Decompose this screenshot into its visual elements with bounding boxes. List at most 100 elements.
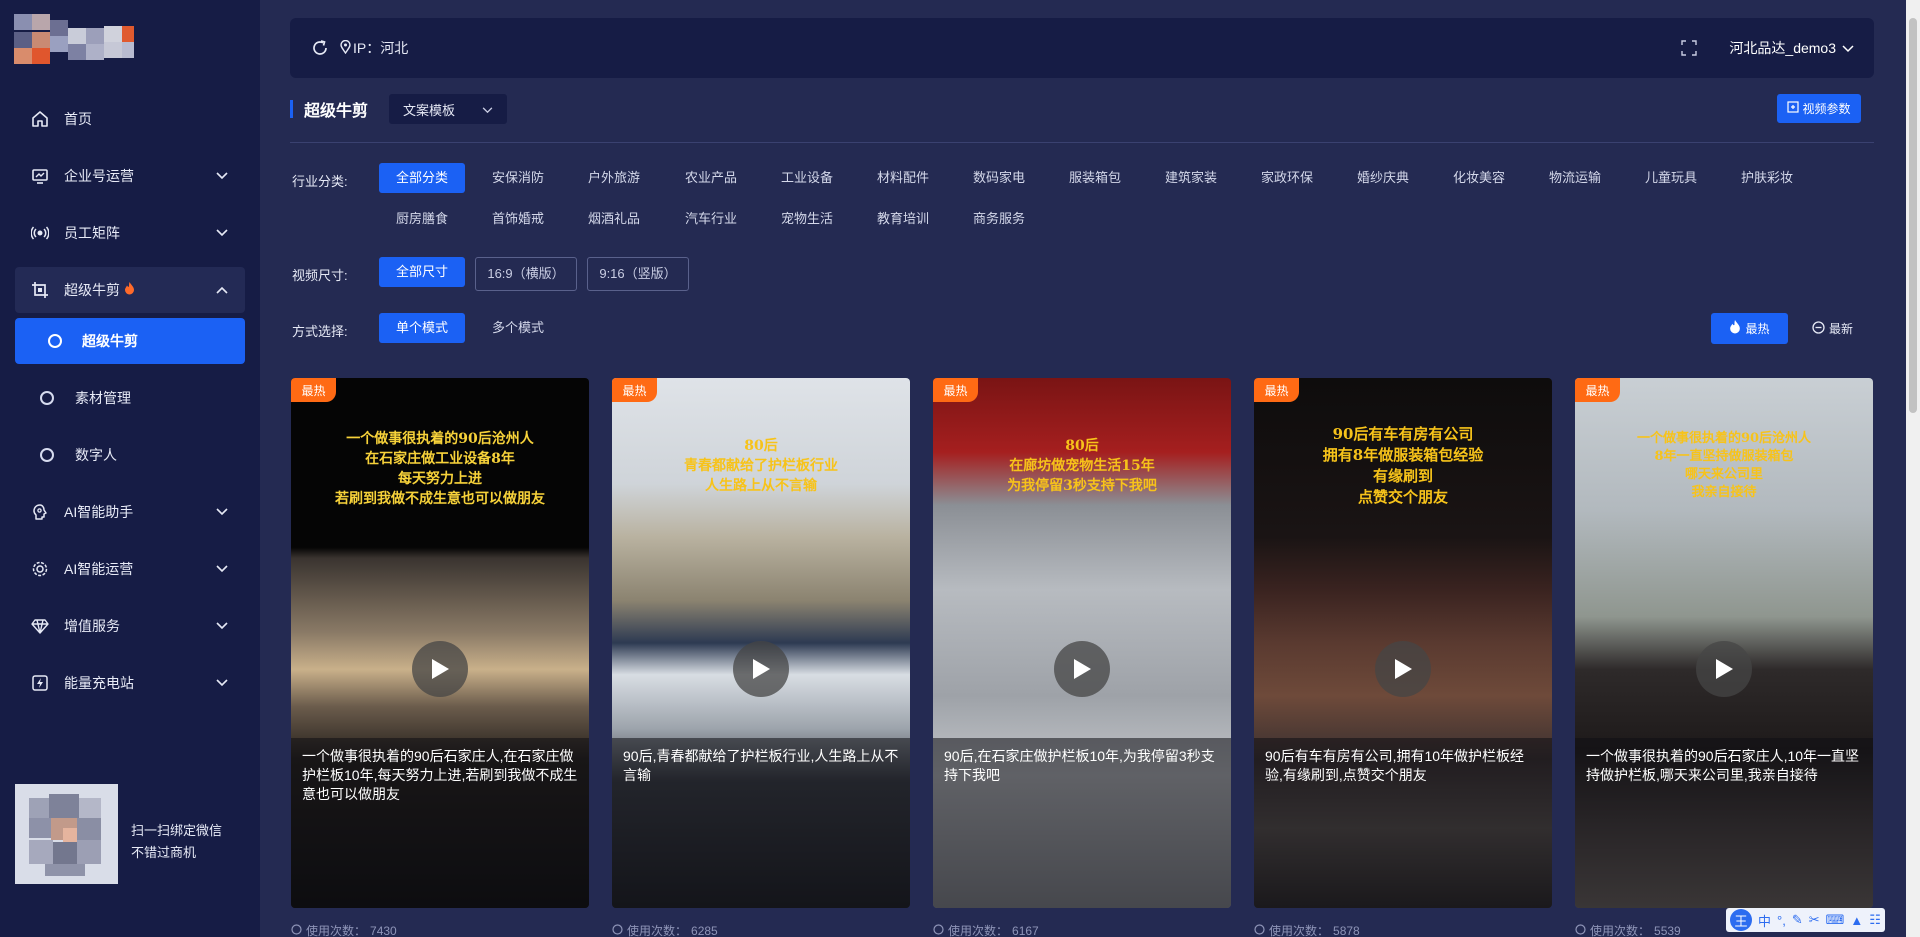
industry-chip[interactable]: 家政环保 <box>1244 163 1330 193</box>
play-icon[interactable] <box>1375 641 1431 697</box>
play-icon[interactable] <box>1054 641 1110 697</box>
chevron-up-icon <box>215 283 229 297</box>
usage-count: 使用次数： 6285 <box>612 922 718 937</box>
industry-chip[interactable]: 首饰婚戒 <box>475 204 561 234</box>
template-select-value: 文案模板 <box>403 102 456 118</box>
sidebar-nav: 首页 企业号运营 员工矩阵 超级牛剪 超级牛剪 素材管理 数字人 AI智能助手 … <box>15 90 245 711</box>
sidebar-item-super-cut[interactable]: 超级牛剪 <box>15 267 245 313</box>
ime-voice-icon[interactable]: ✂ <box>1809 912 1820 928</box>
ime-keyboard-icon[interactable]: ⌨ <box>1826 912 1845 928</box>
industry-chip[interactable]: 护肤彩妆 <box>1724 163 1810 193</box>
sidebar-subitem-super-cut[interactable]: 超级牛剪 <box>15 318 245 364</box>
industry-chip[interactable]: 服装箱包 <box>1052 163 1138 193</box>
header-divider <box>290 142 1874 143</box>
refresh-small-icon <box>291 923 302 937</box>
sidebar-item-label: 超级牛剪 <box>82 333 138 349</box>
industry-chip[interactable]: 厨房膳食 <box>379 204 465 234</box>
ring-icon <box>40 390 54 405</box>
video-description: 90后有车有房有公司,拥有10年做护栏板经验,有缘刷到,点赞交个朋友 <box>1254 738 1552 908</box>
sidebar-item-ai-assistant[interactable]: AI智能助手 <box>15 483 245 540</box>
wechat-qr-code <box>15 784 118 884</box>
sidebar-item-value-added[interactable]: 增值服务 <box>15 597 245 654</box>
industry-chip[interactable]: 安保消防 <box>475 163 561 193</box>
sort-new-button[interactable]: 最新 <box>1812 313 1853 344</box>
ime-toolbar[interactable]: 王 中 °, ✎ ✂ ⌨ ▲ ☷ <box>1726 908 1885 932</box>
sidebar-subitem-materials[interactable]: 素材管理 <box>15 369 245 426</box>
ime-lang[interactable]: 中 <box>1758 911 1771 930</box>
size-chip-landscape[interactable]: 16:9（横版） <box>475 257 577 291</box>
industry-chip[interactable]: 教育培训 <box>860 204 946 234</box>
scrollbar-thumb[interactable] <box>1909 18 1917 413</box>
sidebar-item-enterprise-ops[interactable]: 企业号运营 <box>15 147 245 204</box>
sidebar-subitem-digital-human[interactable]: 数字人 <box>15 426 245 483</box>
ime-logo[interactable]: 王 <box>1730 909 1752 931</box>
industry-chip[interactable]: 烟酒礼品 <box>571 204 657 234</box>
play-icon[interactable] <box>733 641 789 697</box>
sort-new-label: 最新 <box>1829 322 1854 336</box>
video-card[interactable]: 最热 一个做事很执着的90后沧州人 8年一直坚持做服装箱包 哪天来公司里 我亲自… <box>1575 378 1873 908</box>
qr-hint-line2: 不错过商机 <box>131 845 197 860</box>
ime-menu-icon[interactable]: ☷ <box>1869 912 1881 928</box>
size-chip-all[interactable]: 全部尺寸 <box>379 257 465 287</box>
page-title: 超级牛剪 <box>290 97 368 121</box>
flame-icon <box>124 282 135 298</box>
size-chip-portrait[interactable]: 9:16（竖版） <box>587 257 689 291</box>
industry-chip[interactable]: 汽车行业 <box>668 204 754 234</box>
sidebar-item-label: 数字人 <box>75 446 117 463</box>
video-params-button[interactable]: 视频参数 <box>1777 94 1861 123</box>
industry-chip[interactable]: 户外旅游 <box>571 163 657 193</box>
industry-chip[interactable]: 农业产品 <box>668 163 754 193</box>
play-icon[interactable] <box>412 641 468 697</box>
brand-logo[interactable] <box>14 14 144 66</box>
video-card[interactable]: 最热 80后 青春都献给了护栏板行业 人生路上从不言输 90后,青春都献给了护栏… <box>612 378 910 908</box>
user-menu[interactable]: 河北品达_demo3 <box>1729 38 1854 58</box>
sidebar-item-ai-ops[interactable]: AI智能运营 <box>15 540 245 597</box>
industry-chip[interactable]: 宠物生活 <box>764 204 850 234</box>
industry-chip[interactable]: 商务服务 <box>956 204 1042 234</box>
diamond-icon <box>30 616 50 636</box>
industry-chip[interactable]: 儿童玩具 <box>1628 163 1714 193</box>
fullscreen-icon[interactable] <box>1681 40 1698 56</box>
industry-chip[interactable]: 婚纱庆典 <box>1340 163 1426 193</box>
video-card[interactable]: 最热 80后 在廊坊做宠物生活15年 为我停留3秒支持下我吧 90后,在石家庄做… <box>933 378 1231 908</box>
mode-chip-multi[interactable]: 多个模式 <box>475 313 561 343</box>
ime-punct-icon[interactable]: °, <box>1777 913 1786 928</box>
industry-chip[interactable]: 数码家电 <box>956 163 1042 193</box>
refresh-small-icon <box>933 923 944 937</box>
ime-skin-icon[interactable]: ▲ <box>1850 913 1863 928</box>
mode-chip-single[interactable]: 单个模式 <box>379 313 465 343</box>
refresh-small-icon <box>1254 923 1265 937</box>
ai-gear-icon <box>30 559 50 579</box>
hot-badge: 最热 <box>933 378 978 402</box>
sort-hot-label: 最热 <box>1745 322 1770 336</box>
industry-chip[interactable]: 建筑家装 <box>1148 163 1234 193</box>
size-label: 视频尺寸: <box>292 268 348 283</box>
template-select[interactable]: 文案模板 <box>389 94 507 124</box>
brain-icon <box>30 502 50 522</box>
mode-label: 方式选择: <box>292 324 348 339</box>
industry-chip[interactable]: 化妆美容 <box>1436 163 1522 193</box>
sidebar-item-energy-station[interactable]: 能量充电站 <box>15 654 245 711</box>
refresh-icon[interactable] <box>310 38 330 58</box>
video-card[interactable]: 最热 90后有车有房有公司 拥有8年做服装箱包经验 有缘刷到 点赞交个朋友 90… <box>1254 378 1552 908</box>
ime-pen-icon[interactable]: ✎ <box>1792 912 1803 928</box>
hot-badge: 最热 <box>612 378 657 402</box>
scrollbar[interactable] <box>1906 0 1920 937</box>
usage-count: 使用次数： 7430 <box>291 922 397 937</box>
play-icon[interactable] <box>1696 641 1752 697</box>
industry-chip[interactable]: 工业设备 <box>764 163 850 193</box>
chevron-down-icon <box>482 102 493 117</box>
video-overlay-caption: 一个做事很执着的90后沧州人 8年一直坚持做服装箱包 哪天来公司里 我亲自接待 <box>1636 431 1812 500</box>
video-overlay-caption: 一个做事很执着的90后沧州人 在石家庄做工业设备8年 每天努力上进 若刷到我做不… <box>335 431 545 507</box>
usage-label: 使用次数： <box>306 924 367 937</box>
crop-icon <box>30 280 50 300</box>
sidebar-item-employee-matrix[interactable]: 员工矩阵 <box>15 204 245 261</box>
industry-chip[interactable]: 全部分类 <box>379 163 465 193</box>
usage-label: 使用次数： <box>1590 924 1651 937</box>
industry-chip[interactable]: 材料配件 <box>860 163 946 193</box>
industry-chip[interactable]: 物流运输 <box>1532 163 1618 193</box>
sidebar-item-home[interactable]: 首页 <box>15 90 245 147</box>
sort-hot-button[interactable]: 最热 <box>1711 313 1788 344</box>
video-card[interactable]: 最热 一个做事很执着的90后沧州人 在石家庄做工业设备8年 每天努力上进 若刷到… <box>291 378 589 908</box>
ip-label: IP：河北 <box>353 40 409 56</box>
